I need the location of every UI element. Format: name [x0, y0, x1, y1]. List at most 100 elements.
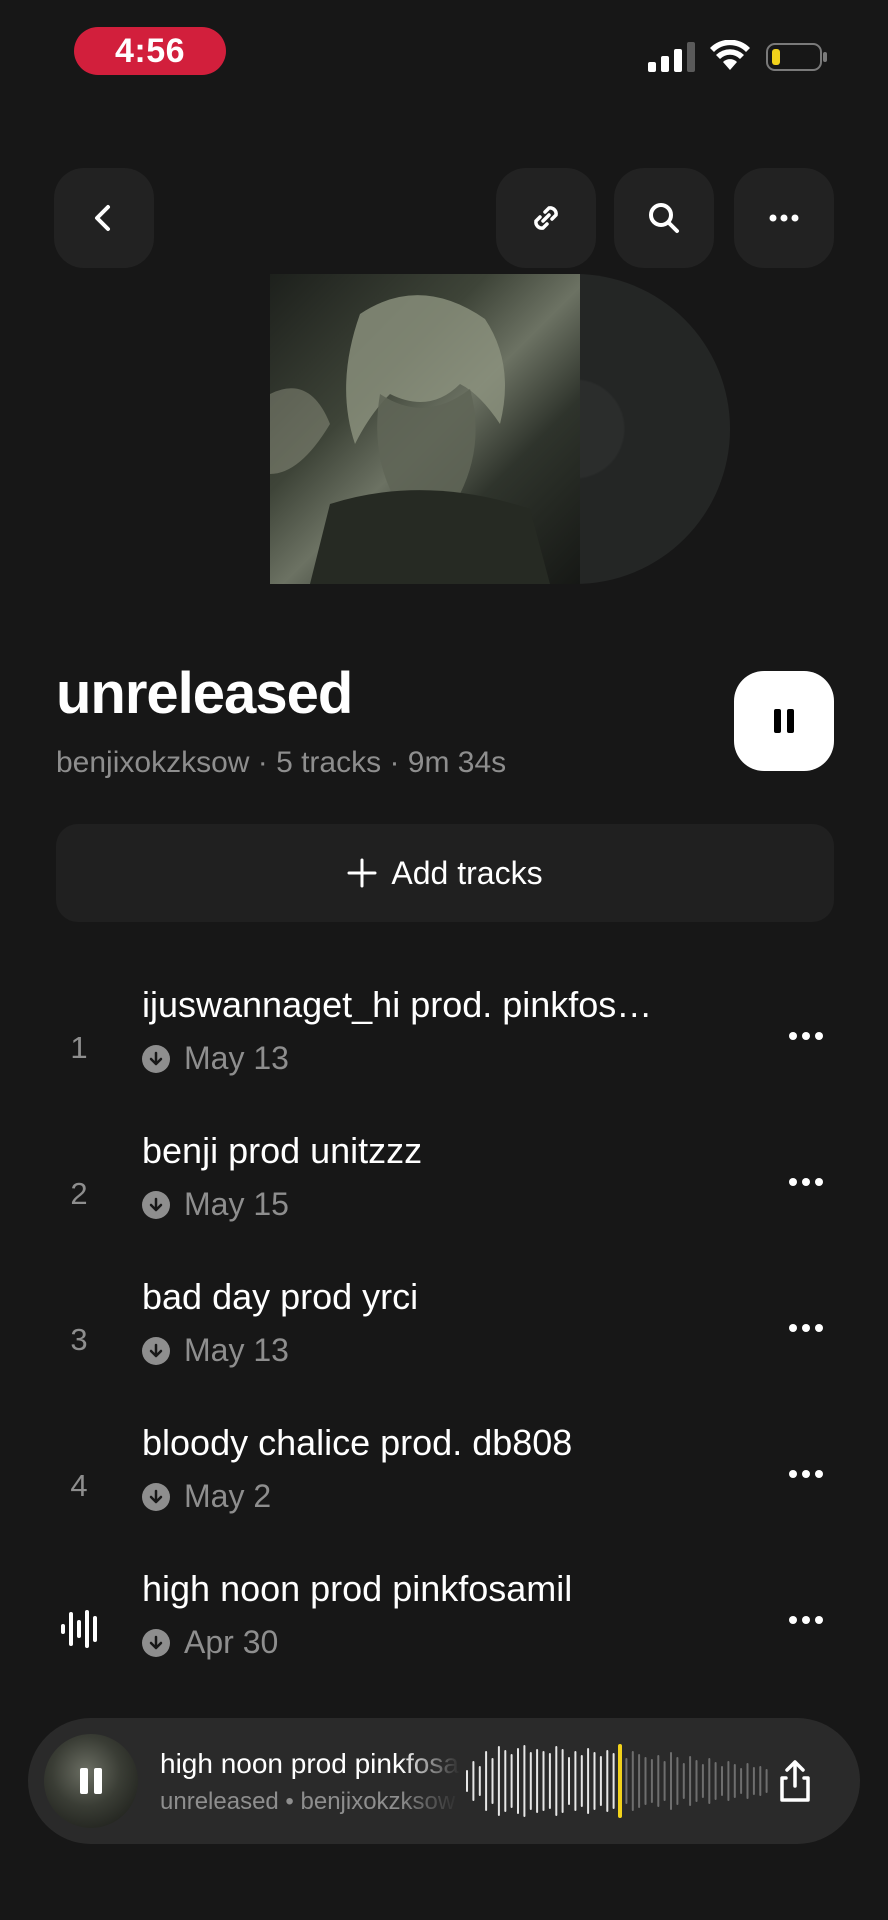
- track-title: bad day prod yrci: [142, 1276, 419, 1317]
- waveform-bar: [523, 1745, 526, 1817]
- waveform-bar: [580, 1755, 583, 1807]
- track-row[interactable]: 3 bad day prod yrci May 13: [0, 1276, 888, 1422]
- waveform-bar: [606, 1750, 609, 1812]
- status-bar: 4:56: [0, 0, 888, 110]
- waveform-bar: [644, 1757, 647, 1805]
- mini-player-play-pause-button[interactable]: [44, 1734, 138, 1828]
- status-time[interactable]: 4:56: [74, 27, 226, 75]
- track-number: 1: [70, 1030, 88, 1065]
- track-more-button[interactable]: [776, 1598, 836, 1642]
- waveform-bar: [752, 1767, 755, 1795]
- track-date: May 13: [184, 1332, 289, 1368]
- now-playing-equalizer-icon: [61, 1610, 97, 1648]
- track-more-button[interactable]: [776, 1306, 836, 1350]
- waveform-bar: [529, 1752, 532, 1810]
- waveform-bar: [536, 1749, 539, 1813]
- share-icon[interactable]: [772, 1758, 818, 1804]
- playlist-artwork: [270, 274, 730, 584]
- track-row[interactable]: 1 ijuswannaget_hi prod. pinkfos… May 13: [0, 984, 888, 1130]
- copy-link-button[interactable]: [496, 168, 596, 268]
- track-subtitle: May 2: [142, 1478, 271, 1515]
- waveform-bar: [765, 1769, 768, 1793]
- waveform-bar: [466, 1770, 468, 1792]
- waveform-bar: [491, 1758, 494, 1804]
- waveform-bar: [472, 1761, 475, 1801]
- waveform-bar: [542, 1751, 545, 1811]
- waveform-bar: [695, 1760, 698, 1802]
- waveform-bar: [701, 1764, 704, 1798]
- track-more-button[interactable]: [776, 1160, 836, 1204]
- pause-icon: [80, 1768, 102, 1794]
- downloaded-icon: [142, 1044, 170, 1073]
- track-title: bloody chalice prod. db808: [142, 1422, 573, 1463]
- waveform-bar: [517, 1748, 519, 1814]
- waveform-bar: [746, 1763, 749, 1799]
- waveform-bar: [638, 1754, 641, 1808]
- waveform-bar: [650, 1759, 653, 1803]
- more-icon: [769, 214, 799, 222]
- track-row[interactable]: 4 bloody chalice prod. db808 May 2: [0, 1422, 888, 1568]
- waveform-bar: [714, 1762, 717, 1800]
- waveform-scrubber[interactable]: [466, 1742, 772, 1820]
- cover-art-illustration: [270, 295, 550, 584]
- waveform-bar: [497, 1746, 500, 1816]
- waveform-bar: [740, 1768, 743, 1794]
- plus-icon: [347, 858, 377, 888]
- waveform-bar: [663, 1761, 666, 1801]
- link-icon: [534, 206, 558, 230]
- mini-player[interactable]: high noon prod pinkfosamil unreleased • …: [28, 1718, 860, 1844]
- search-icon: [649, 203, 679, 233]
- track-number: 3: [70, 1322, 88, 1357]
- waveform-bar: [504, 1750, 507, 1812]
- more-icon: [789, 1032, 823, 1040]
- waveform-bar: [561, 1749, 564, 1813]
- add-tracks-button[interactable]: Add tracks: [56, 824, 834, 922]
- track-row[interactable]: 2 benji prod unitzzz May 15: [0, 1130, 888, 1276]
- more-icon: [789, 1616, 823, 1624]
- search-button[interactable]: [614, 168, 714, 268]
- play-pause-button[interactable]: [734, 671, 834, 771]
- playlist-title: unreleased: [56, 661, 353, 726]
- track-title: benji prod unitzzz: [142, 1130, 423, 1171]
- track-date: May 15: [184, 1186, 289, 1222]
- downloaded-icon: [142, 1628, 170, 1657]
- waveform-bar: [612, 1753, 615, 1809]
- track-more-button[interactable]: [776, 1452, 836, 1496]
- pause-icon: [774, 709, 794, 733]
- waveform-bar: [733, 1764, 736, 1798]
- playlist-meta: benjixokzksow · 5 tracks · 9m 34s: [56, 746, 507, 779]
- waveform-bar: [555, 1746, 558, 1816]
- track-subtitle: May 15: [142, 1186, 289, 1223]
- waveform-bar: [574, 1751, 577, 1811]
- chevron-left-icon: [95, 205, 110, 231]
- waveform-bar: [676, 1757, 679, 1805]
- downloaded-icon: [142, 1336, 170, 1365]
- waveform-bar: [721, 1766, 723, 1796]
- track-date: Apr 30: [184, 1624, 279, 1660]
- waveform-playhead[interactable]: [618, 1744, 622, 1818]
- add-tracks-label: Add tracks: [391, 854, 543, 891]
- track-subtitle: Apr 30: [142, 1624, 278, 1661]
- signal-icon: [648, 42, 695, 72]
- track-subtitle: May 13: [142, 1332, 289, 1369]
- track-date: May 2: [184, 1478, 272, 1514]
- waveform-bar: [759, 1766, 762, 1796]
- waveform-bar: [625, 1758, 628, 1804]
- mini-player-title: high noon prod pinkfosamil: [160, 1748, 460, 1779]
- track-number: 4: [70, 1468, 88, 1503]
- waveform-bar: [682, 1763, 685, 1799]
- track-row-now-playing[interactable]: high noon prod pinkfosamil Apr 30: [0, 1568, 888, 1714]
- track-number: 2: [70, 1176, 88, 1211]
- mini-player-subtitle: unreleased • benjixokzksow: [160, 1788, 456, 1815]
- track-more-button[interactable]: [776, 1014, 836, 1058]
- cover-art: [270, 274, 580, 584]
- back-button[interactable]: [54, 168, 154, 268]
- waveform-bar: [599, 1756, 602, 1806]
- more-icon: [789, 1324, 823, 1332]
- track-subtitle: May 13: [142, 1040, 289, 1077]
- battery-icon: [766, 43, 827, 71]
- waveform-bar: [485, 1751, 488, 1811]
- wifi-icon: [710, 40, 750, 70]
- waveform-bar: [510, 1754, 513, 1808]
- more-options-button[interactable]: [734, 168, 834, 268]
